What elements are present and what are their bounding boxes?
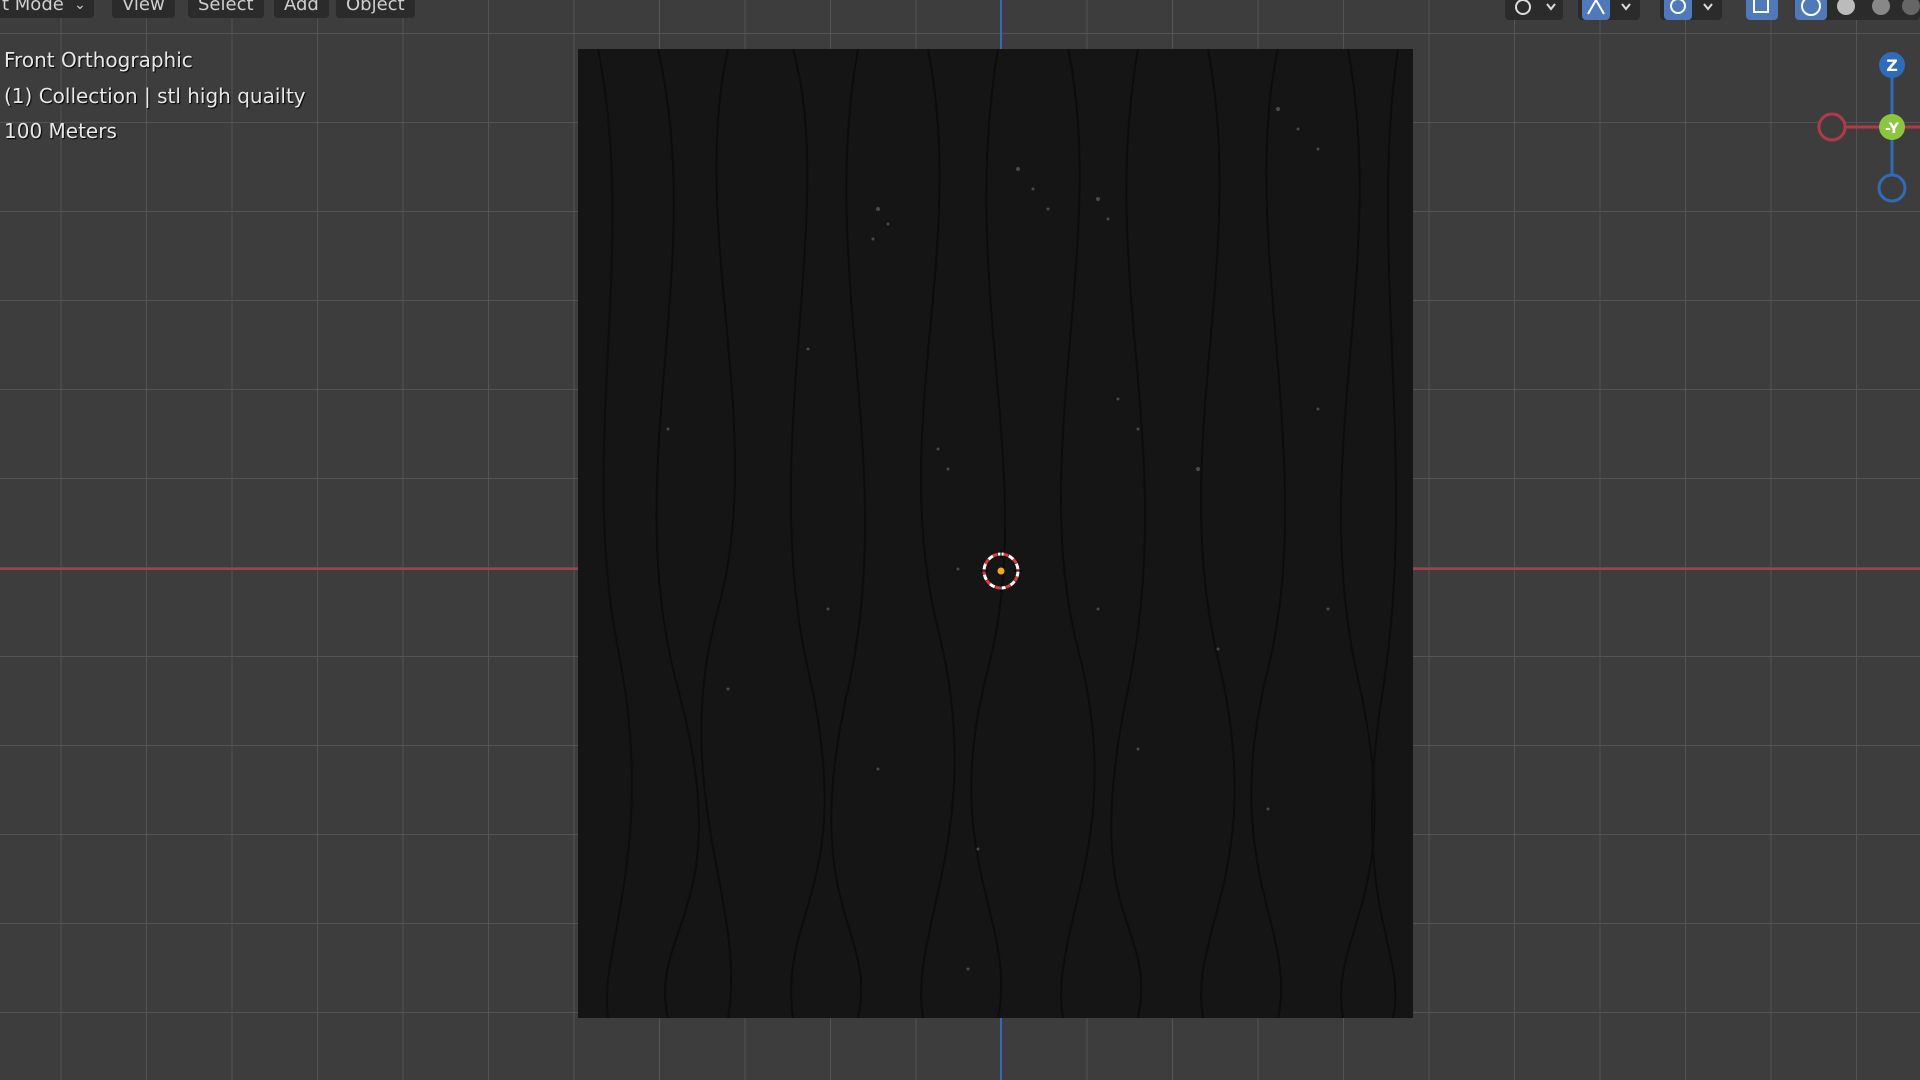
gizmo-icon[interactable]: [1578, 0, 1640, 20]
mesh-object[interactable]: [578, 49, 1413, 1018]
y-axis-label: -Y: [1885, 121, 1900, 137]
overlays-icon[interactable]: [1660, 0, 1722, 20]
menu-object[interactable]: Object: [336, 0, 415, 18]
z-axis-label: Z: [1886, 56, 1898, 75]
negative-z-icon: [1877, 173, 1907, 203]
mode-dropdown[interactable]: t Mode ⌄: [0, 0, 94, 18]
scale-label: 100 Meters: [4, 119, 117, 143]
header-bar: t Mode ⌄ View Select Add Object: [0, 0, 1920, 20]
xray-icon[interactable]: [1746, 0, 1778, 20]
menu-add[interactable]: Add: [274, 0, 329, 18]
3d-viewport[interactable]: Front Orthographic (1) Collection | stl …: [0, 0, 1920, 1080]
collection-info-label: (1) Collection | stl high quailty: [4, 84, 306, 108]
menu-select[interactable]: Select: [188, 0, 264, 18]
navigation-gizmo[interactable]: Z -Y: [1810, 45, 1920, 215]
menu-view[interactable]: View: [112, 0, 175, 18]
mesh-texture: [597, 49, 1399, 1018]
shading-modes: [1795, 0, 1920, 20]
chevron-down-icon: ⌄: [74, 0, 86, 13]
view-object-types-icon[interactable]: [1505, 0, 1563, 20]
view-name-label: Front Orthographic: [4, 48, 193, 72]
mode-label: t Mode: [2, 0, 64, 15]
3d-cursor[interactable]: [980, 550, 1022, 592]
negative-x-icon: [1817, 112, 1847, 142]
